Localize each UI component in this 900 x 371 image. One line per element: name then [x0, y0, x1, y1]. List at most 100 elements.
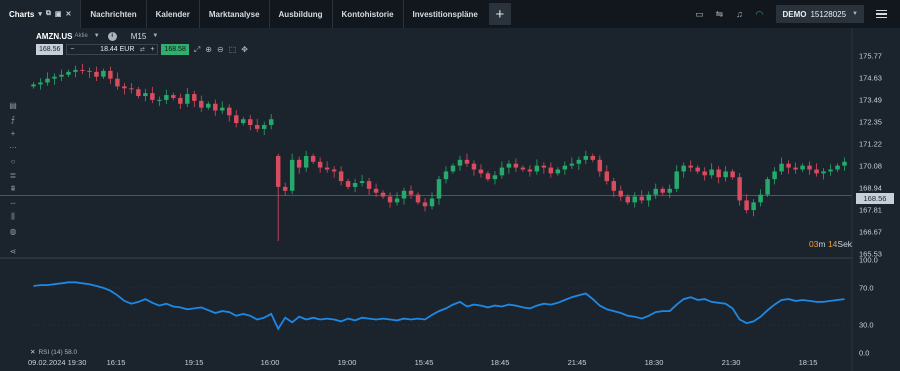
candle-body [800, 165, 805, 170]
candle-body [702, 171, 707, 176]
move-icon[interactable]: ✥ [241, 45, 248, 54]
candle-body [541, 165, 547, 168]
countdown-seconds: 14 [827, 239, 838, 249]
chart-canvas[interactable]: 175.77 174.63 173.49 172.35 171.22 170.08 168.… [0, 0, 900, 371]
candle-body [821, 171, 826, 174]
expand-icon[interactable]: ⬚ [229, 45, 237, 54]
candle-countdown: 03m 14Sek [809, 239, 852, 249]
lock-tool-icon[interactable]: ◍ [0, 224, 26, 238]
rsi-tick-label: 30.0 [859, 321, 874, 330]
circle-tool-icon[interactable]: ○ [0, 154, 26, 168]
cursor-tool-icon[interactable]: ▤ [0, 98, 26, 112]
candle-body [422, 202, 428, 207]
indicator-tool-icon[interactable]: ⨍ [0, 112, 26, 126]
time-tick-label: 19:15 [185, 358, 204, 367]
candle-body [206, 103, 211, 108]
close-icon[interactable]: ✕ [30, 348, 35, 356]
candle-body [457, 159, 463, 166]
candle-body [366, 181, 372, 189]
cursor-date-label: 09.02.2024 19:30 [28, 358, 87, 367]
candle-body [373, 188, 379, 193]
candle-body [52, 76, 57, 79]
candle-body [436, 179, 442, 199]
candle-body [478, 169, 484, 174]
drawing-toolbar: ▤ ⨍ + ⋯ ○ ≣ ⩩ ┄ ⫼ ◍ ⋖ [0, 98, 26, 258]
candle-body [136, 89, 141, 97]
amount-stepper[interactable]: − 18.44 EUR ⇄ + [66, 44, 159, 55]
info-icon[interactable]: i [107, 31, 117, 41]
candle-body [394, 198, 400, 203]
candle-body [744, 200, 749, 211]
fullscreen-icon[interactable]: ⤢ [194, 45, 200, 55]
candle-body [261, 125, 267, 129]
timeframe-selector[interactable]: M15 [131, 32, 147, 41]
candle-body [254, 125, 260, 129]
price-tick-label: 171.22 [859, 139, 882, 148]
chevron-down-icon[interactable]: ▼ [94, 33, 100, 39]
candle-body [534, 165, 540, 172]
decrease-button[interactable]: − [67, 46, 77, 53]
time-tick-label: 19:00 [338, 358, 357, 367]
candle-body [562, 165, 568, 170]
sell-button[interactable]: 168.56 [36, 44, 64, 55]
candle-body [401, 190, 407, 199]
candle-body [716, 169, 721, 178]
candle-body [443, 171, 449, 180]
candle-body [87, 70, 92, 72]
pattern-tool-icon[interactable]: ⩩ [0, 182, 26, 196]
fibonacci-tool-icon[interactable]: ≣ [0, 168, 26, 182]
text-tool-icon[interactable]: ┄ [0, 196, 26, 210]
candle-body [164, 95, 169, 100]
candle-body [730, 171, 735, 178]
candle-body [303, 155, 309, 168]
price-axis: 175.77 174.63 173.49 172.35 171.22 170.08 168.… [859, 52, 882, 358]
candle-body [247, 119, 253, 126]
candle-body [324, 167, 330, 170]
candle-body [129, 88, 134, 90]
candle-body [814, 169, 819, 174]
candle-body [576, 159, 582, 164]
share-tool-icon[interactable]: ⋖ [0, 244, 26, 258]
instrument-symbol[interactable]: AMZN.US [36, 32, 72, 41]
candle-body [310, 155, 316, 162]
price-tick-label: 173.49 [859, 96, 882, 105]
candle-body [289, 159, 295, 191]
chevron-down-icon[interactable]: ▼ [152, 33, 158, 39]
candle-body [345, 181, 351, 187]
candle-body [639, 196, 644, 201]
candle-body [31, 84, 36, 87]
candle-body [604, 171, 610, 182]
candle-body [779, 163, 784, 172]
candle-body [842, 161, 847, 166]
amount-value[interactable]: 18.44 EUR [77, 46, 137, 53]
instrument-header: AMZN.US Aktie ▼ i M15 ▼ [36, 30, 158, 42]
candle-body [178, 97, 183, 104]
time-tick-label: 18:15 [799, 358, 818, 367]
candle-body [751, 202, 756, 211]
zoom-in-icon[interactable]: ⊕ [205, 45, 212, 54]
candle-body [625, 196, 631, 203]
instrument-subtitle: Aktie [74, 33, 88, 39]
time-tick-label: 21:45 [568, 358, 587, 367]
candle-body [737, 177, 742, 201]
candle-body [527, 169, 533, 172]
candle-body [150, 93, 155, 100]
line-tool-icon[interactable]: ⋯ [0, 140, 26, 154]
time-tick-label: 16:00 [261, 358, 280, 367]
price-tick-label: 172.35 [859, 118, 882, 127]
candle-body [618, 190, 624, 197]
price-tick-label: 166.67 [859, 227, 882, 236]
buy-button[interactable]: 168.58 [161, 44, 189, 55]
candle-body [506, 163, 512, 168]
swap-icon[interactable]: ⇄ [137, 46, 147, 53]
crosshair-tool-icon[interactable]: + [0, 126, 26, 140]
candle-body [765, 179, 770, 195]
candle-body [59, 74, 64, 77]
increase-button[interactable]: + [147, 46, 157, 53]
candle-body [408, 190, 414, 195]
candle-body [667, 188, 672, 193]
candle-body [227, 107, 232, 116]
measure-tool-icon[interactable]: ⫼ [0, 210, 26, 224]
zoom-out-icon[interactable]: ⊖ [217, 45, 224, 54]
candle-body [583, 155, 589, 160]
